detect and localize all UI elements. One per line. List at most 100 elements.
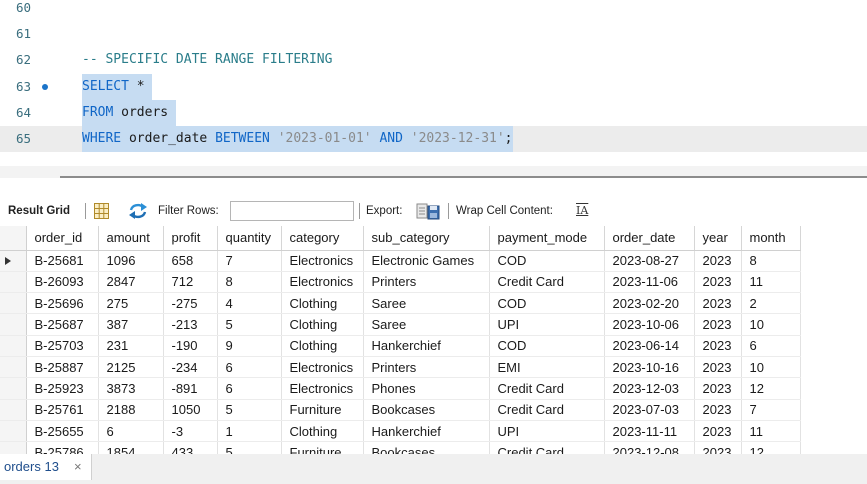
table-cell[interactable]: Bookcases: [363, 399, 490, 421]
table-cell[interactable]: -3: [163, 420, 218, 443]
table-cell[interactable]: Saree: [363, 292, 490, 315]
table-cell[interactable]: B-25655: [26, 420, 99, 443]
code-line-62[interactable]: 62 -- SPECIFIC DATE RANGE FILTERING: [0, 47, 867, 73]
table-cell[interactable]: 12: [741, 441, 801, 454]
table-cell[interactable]: Furniture: [281, 441, 364, 454]
table-cell[interactable]: 7: [741, 399, 801, 421]
table-row[interactable]: B-25703 231 -190 9 Clothing Hankerchief COD 202…: [0, 335, 801, 357]
table-cell[interactable]: -190: [163, 335, 218, 357]
table-cell[interactable]: B-25681: [26, 250, 99, 272]
table-cell[interactable]: 9: [217, 335, 282, 357]
export-icon[interactable]: [416, 202, 440, 220]
code-line-61[interactable]: 61: [0, 21, 867, 47]
column-header-month[interactable]: month: [741, 226, 801, 251]
table-cell[interactable]: 2023-06-14: [604, 335, 695, 357]
table-cell[interactable]: B-25703: [26, 335, 99, 357]
table-cell[interactable]: 658: [163, 250, 218, 272]
table-cell[interactable]: B-26093: [26, 271, 99, 294]
table-row[interactable]: B-25681 1096 658 7 Electronics Electronic Gam…: [0, 250, 801, 272]
table-cell[interactable]: 8: [741, 250, 801, 272]
table-cell[interactable]: B-25696: [26, 292, 99, 315]
code-line-65[interactable]: 65 WHERE order_date BETWEEN '2023-01-01'…: [0, 126, 867, 152]
table-cell[interactable]: 10: [741, 356, 801, 379]
table-cell[interactable]: 2023-10-06: [604, 313, 695, 336]
table-cell[interactable]: COD: [489, 250, 605, 272]
table-cell[interactable]: 1050: [163, 399, 218, 421]
table-cell[interactable]: UPI: [489, 420, 605, 443]
column-header-amount[interactable]: amount: [98, 226, 164, 251]
table-cell[interactable]: Phones: [363, 377, 490, 400]
table-cell[interactable]: Clothing: [281, 292, 364, 315]
table-cell[interactable]: Credit Card: [489, 377, 605, 400]
close-icon[interactable]: ×: [74, 454, 82, 480]
table-cell[interactable]: Clothing: [281, 335, 364, 357]
table-cell[interactable]: 2188: [98, 399, 164, 421]
code-line-63[interactable]: 63 SELECT *: [0, 74, 867, 100]
table-cell[interactable]: Clothing: [281, 420, 364, 443]
table-cell[interactable]: Saree: [363, 313, 490, 336]
table-cell[interactable]: 6: [217, 356, 282, 379]
table-cell[interactable]: B-25887: [26, 356, 99, 379]
table-cell[interactable]: COD: [489, 335, 605, 357]
table-cell[interactable]: 1: [217, 420, 282, 443]
table-cell[interactable]: 2023-12-03: [604, 377, 695, 400]
table-cell[interactable]: 6: [217, 377, 282, 400]
table-cell[interactable]: 3873: [98, 377, 164, 400]
row-header[interactable]: [0, 292, 27, 315]
row-header[interactable]: [0, 335, 27, 357]
column-header-order-id[interactable]: order_id: [26, 226, 99, 251]
row-header[interactable]: [0, 250, 27, 272]
table-cell[interactable]: -213: [163, 313, 218, 336]
table-row[interactable]: B-25655 6 -3 1 Clothing Hankerchief UPI 2023-11…: [0, 420, 801, 443]
table-cell[interactable]: 4: [217, 292, 282, 315]
grid-view-icon[interactable]: [93, 202, 110, 220]
code-line-64[interactable]: 64 FROM orders: [0, 100, 867, 126]
table-cell[interactable]: 231: [98, 335, 164, 357]
table-cell[interactable]: Electronics: [281, 271, 364, 294]
table-cell[interactable]: Electronics: [281, 356, 364, 379]
table-cell[interactable]: 8: [217, 271, 282, 294]
wrap-text-icon[interactable]: IA: [576, 198, 588, 224]
table-cell[interactable]: Electronic Games: [363, 250, 490, 272]
column-header-quantity[interactable]: quantity: [217, 226, 282, 251]
table-row[interactable]: B-25696 275 -275 4 Clothing Saree COD 2023-02-2…: [0, 292, 801, 315]
table-cell[interactable]: Clothing: [281, 313, 364, 336]
table-cell[interactable]: Hankerchief: [363, 420, 490, 443]
table-cell[interactable]: 2023: [694, 420, 742, 443]
column-header-payment-mode[interactable]: payment_mode: [489, 226, 605, 251]
code-line-60[interactable]: 60: [0, 0, 867, 21]
table-cell[interactable]: Bookcases: [363, 441, 490, 454]
table-cell[interactable]: 712: [163, 271, 218, 294]
table-row[interactable]: B-25687 387 -213 5 Clothing Saree UPI 2023-10-0…: [0, 313, 801, 336]
table-cell[interactable]: B-25923: [26, 377, 99, 400]
table-cell[interactable]: 2023-02-20: [604, 292, 695, 315]
table-cell[interactable]: 387: [98, 313, 164, 336]
table-cell[interactable]: 1854: [98, 441, 164, 454]
table-cell[interactable]: Printers: [363, 356, 490, 379]
row-header[interactable]: [0, 356, 27, 379]
table-cell[interactable]: 5: [217, 441, 282, 454]
table-row[interactable]: B-25923 3873 -891 6 Electronics Phones Credit …: [0, 377, 801, 400]
table-cell[interactable]: Credit Card: [489, 271, 605, 294]
table-cell[interactable]: COD: [489, 292, 605, 315]
table-cell[interactable]: -891: [163, 377, 218, 400]
table-cell[interactable]: Credit Card: [489, 441, 605, 454]
column-header-year[interactable]: year: [694, 226, 742, 251]
column-header-profit[interactable]: profit: [163, 226, 218, 251]
sql-editor[interactable]: 60 61 62 -- SPECIFIC DATE RANGE FILTERIN…: [0, 0, 867, 166]
column-header-sub-category[interactable]: sub_category: [363, 226, 490, 251]
table-cell[interactable]: 6: [98, 420, 164, 443]
column-header-order-date[interactable]: order_date: [604, 226, 695, 251]
table-cell[interactable]: 2023: [694, 441, 742, 454]
table-row[interactable]: B-26093 2847 712 8 Electronics Printers Credit…: [0, 271, 801, 294]
table-cell[interactable]: Printers: [363, 271, 490, 294]
table-cell[interactable]: Electronics: [281, 377, 364, 400]
table-cell[interactable]: 10: [741, 313, 801, 336]
table-cell[interactable]: 2023: [694, 271, 742, 294]
table-cell[interactable]: 5: [217, 399, 282, 421]
table-cell[interactable]: 275: [98, 292, 164, 315]
table-cell[interactable]: Electronics: [281, 250, 364, 272]
table-cell[interactable]: 2023-10-16: [604, 356, 695, 379]
table-row[interactable]: B-25786 1854 433 5 Furniture Bookcases Credit …: [0, 441, 801, 454]
table-cell[interactable]: Furniture: [281, 399, 364, 421]
